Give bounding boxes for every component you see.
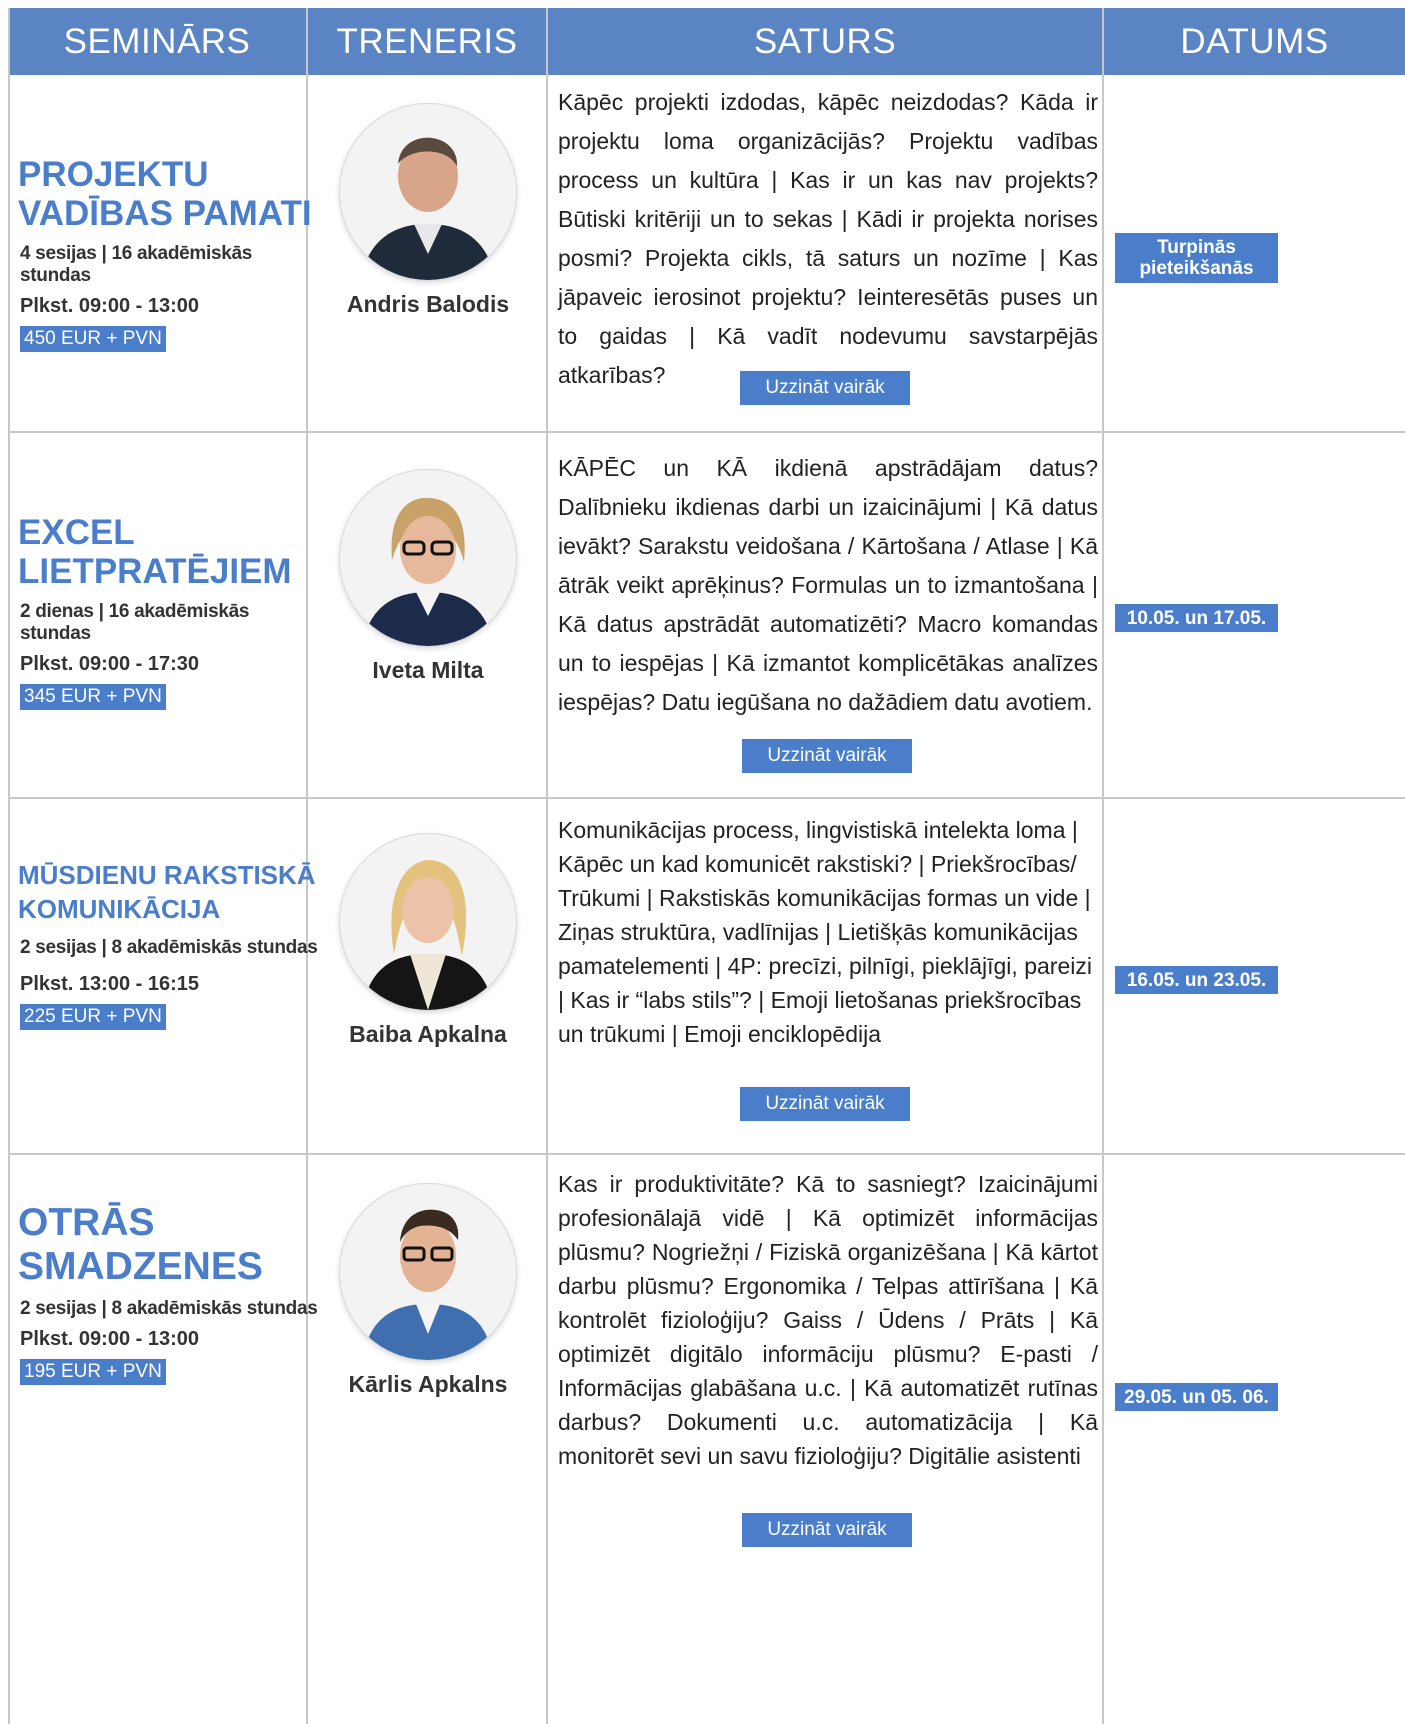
trainer-name: Iveta Milta xyxy=(372,657,484,683)
seminar-sessions: 2 sesijas | 8 akadēmiskās stundas xyxy=(20,936,318,958)
seminar-price: 195 EUR + PVN xyxy=(20,1359,166,1386)
date-line: 16.05. un 23.05. xyxy=(1126,969,1267,991)
trainer-photo xyxy=(339,1183,517,1361)
trainer-photo xyxy=(339,469,517,647)
seminar-info: OTRĀS SMADZENES 2 sesijas | 8 akadēmiskā… xyxy=(18,1201,318,1386)
date-line: 10.05. un 17.05. xyxy=(1126,607,1267,629)
seminar-time: Plkst. 09:00 - 13:00 xyxy=(20,1328,199,1351)
seminar-row: EXCEL LIETPRATĒJIEM 2 dienas | 16 akadēm… xyxy=(8,433,1405,797)
seminar-title-line: SMADZENES xyxy=(18,1244,263,1288)
person-icon xyxy=(340,104,516,280)
seminar-title-line: MŪSDIENU RAKSTISKĀ xyxy=(18,860,316,890)
trainer-card: Iveta Milta xyxy=(308,469,548,684)
seminar-date-badge: 10.05. un 17.05. xyxy=(1115,604,1278,632)
date-line: 29.05. un 05. 06. xyxy=(1124,1386,1269,1408)
seminar-sessions: 4 sesijas | 16 akadēmiskās stundas xyxy=(20,243,253,287)
seminar-info: EXCEL LIETPRATĒJIEM 2 dienas | 16 akadēm… xyxy=(18,513,318,711)
seminar-sessions: 2 dienas | 16 akadēmiskās stundas xyxy=(20,601,250,645)
learn-more-button[interactable]: Uzzināt vairāk xyxy=(742,1513,912,1547)
seminar-info: PROJEKTU VADĪBAS PAMATI 4 sesijas | 16 a… xyxy=(18,155,318,353)
person-icon xyxy=(340,470,516,646)
trainer-name: Baiba Apkalna xyxy=(349,1021,507,1047)
date-line: Turpinās xyxy=(1157,237,1236,258)
seminar-time: Plkst. 09:00 - 17:30 xyxy=(20,653,199,676)
seminar-date-badge: 29.05. un 05. 06. xyxy=(1115,1383,1278,1411)
seminar-title: EXCEL LIETPRATĒJIEM xyxy=(18,513,318,591)
seminar-price: 225 EUR + PVN xyxy=(20,1003,166,1030)
trainer-photo xyxy=(339,103,517,281)
seminar-title: OTRĀS SMADZENES xyxy=(18,1201,318,1288)
person-icon xyxy=(340,834,516,1010)
seminar-title: MŪSDIENU RAKSTISKĀ KOMUNIKĀCIJA xyxy=(18,859,318,927)
trainer-card: Andris Balodis xyxy=(308,103,548,318)
seminar-time: Plkst. 13:00 - 16:15 xyxy=(20,972,199,995)
seminar-date-badge: Turpinās pieteikšanās xyxy=(1115,233,1278,283)
learn-more-button[interactable]: Uzzināt vairāk xyxy=(740,371,910,405)
seminar-row: OTRĀS SMADZENES 2 sesijas | 8 akadēmiskā… xyxy=(8,1155,1405,1724)
date-line: pieteikšanās xyxy=(1139,258,1254,279)
person-icon xyxy=(340,1184,516,1360)
header-seminars: SEMINĀRS xyxy=(8,8,306,75)
seminar-info: MŪSDIENU RAKSTISKĀ KOMUNIKĀCIJA 2 sesija… xyxy=(18,859,318,1030)
seminar-title: PROJEKTU VADĪBAS PAMATI xyxy=(18,155,318,233)
seminar-description: Kāpēc projekti izdodas, kāpēc neizdodas?… xyxy=(558,89,1098,388)
seminar-price: 345 EUR + PVN xyxy=(20,684,166,711)
seminar-title-line: PROJEKTU xyxy=(18,155,209,194)
seminar-description: Kas ir produktivitāte? Kā to sasniegt? I… xyxy=(558,1171,1098,1469)
learn-more-button[interactable]: Uzzināt vairāk xyxy=(742,739,912,773)
learn-more-button[interactable]: Uzzināt vairāk xyxy=(740,1087,910,1121)
seminar-title-line: EXCEL xyxy=(18,513,135,552)
trainer-name: Andris Balodis xyxy=(346,291,510,317)
trainer-card: Baiba Apkalna xyxy=(308,833,548,1048)
header-trainer: TRENERIS xyxy=(308,8,546,75)
header-content: SATURS xyxy=(548,8,1102,75)
trainer-photo xyxy=(339,833,517,1011)
seminar-description: KĀPĒC un KĀ ikdienā apstrādājam datus? D… xyxy=(558,455,1098,715)
seminar-time: Plkst. 09:00 - 13:00 xyxy=(20,295,199,318)
seminar-row: PROJEKTU VADĪBAS PAMATI 4 sesijas | 16 a… xyxy=(8,75,1405,431)
trainer-card: Kārlis Apkalns xyxy=(308,1183,548,1398)
seminar-sessions: 2 sesijas | 8 akadēmiskās stundas xyxy=(20,1298,318,1320)
seminar-row: MŪSDIENU RAKSTISKĀ KOMUNIKĀCIJA 2 sesija… xyxy=(8,799,1405,1153)
seminar-description: Komunikācijas process, lingvistiskā inte… xyxy=(558,817,1092,1047)
seminar-title-line: OTRĀS xyxy=(18,1201,155,1244)
seminar-title-line: VADĪBAS PAMATI xyxy=(18,194,312,234)
header-date: DATUMS xyxy=(1104,8,1405,75)
seminar-price: 450 EUR + PVN xyxy=(20,326,166,353)
seminar-title-line: LIETPRATĒJIEM xyxy=(18,552,292,592)
trainer-name: Kārlis Apkalns xyxy=(348,1371,508,1397)
seminar-date-badge: 16.05. un 23.05. xyxy=(1115,966,1278,994)
seminar-title-line: KOMUNIKĀCIJA xyxy=(18,893,221,924)
